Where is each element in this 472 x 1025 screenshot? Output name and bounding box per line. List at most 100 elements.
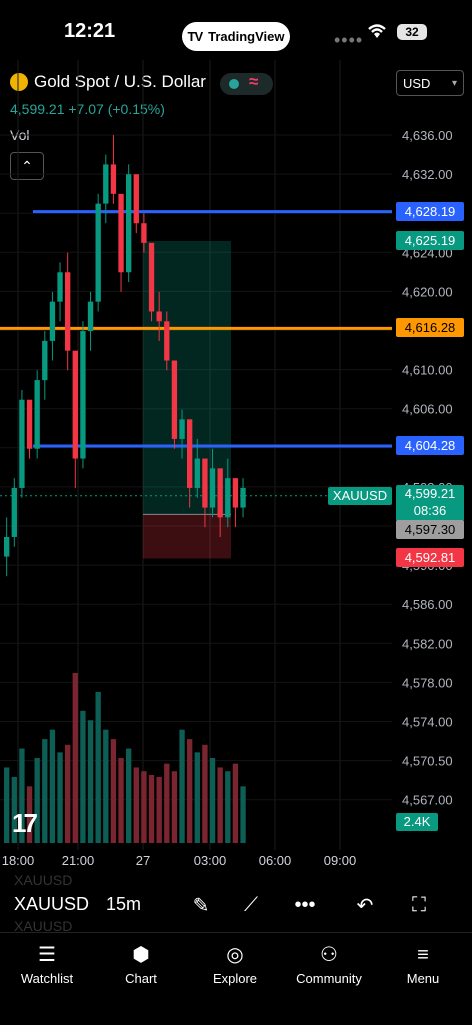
candle-body (11, 487, 17, 537)
volume-bar (72, 673, 78, 843)
compass-icon: ◎ (226, 944, 244, 966)
y-tick-label: 4,567.00 (402, 793, 453, 808)
y-tick-label: 4,586.00 (402, 597, 453, 612)
nav-watchlist-label: Watchlist (20, 971, 74, 986)
candle-body (232, 478, 239, 508)
volume-bar (126, 748, 132, 843)
volume-bar (194, 752, 200, 843)
volume-bar (42, 739, 48, 843)
candle-body (118, 193, 124, 273)
tradingview-watermark-icon: 17 (12, 808, 38, 838)
candle-body (72, 350, 78, 459)
volume-bar (164, 763, 170, 843)
y-tick-label: 4,632.00 (402, 167, 453, 182)
candle-body (80, 331, 86, 459)
menu-icon: ≡ (417, 944, 429, 966)
volume-bar (4, 767, 10, 843)
candle-body (171, 360, 178, 439)
x-tick-label: 03:00 (194, 853, 227, 868)
candle-body (26, 399, 33, 449)
undo-icon[interactable]: ↶ (350, 890, 380, 920)
candle-body (87, 301, 94, 332)
volume-bar (95, 691, 101, 843)
indicators-icon[interactable]: ⟋ (236, 890, 266, 920)
x-tick-label: 09:00 (324, 853, 357, 868)
candle-body (141, 223, 147, 243)
nav-menu[interactable]: ≡ Menu (378, 941, 468, 986)
volume-bar (133, 767, 139, 843)
nav-chart[interactable]: ⬢ Chart (96, 941, 186, 986)
symbol-search-button[interactable]: XAUUSD (14, 894, 89, 915)
volume-bar (141, 771, 147, 843)
candle-body (225, 478, 231, 518)
nav-explore-label: Explore (212, 971, 258, 986)
toolbar-ghost-text: XAUUSD (14, 872, 73, 888)
nav-community-label: Community (296, 971, 362, 986)
drawing-tool-icon[interactable]: ✎ (186, 890, 216, 920)
y-tick-label: 4,606.00 (402, 402, 453, 417)
y-tick-label: 4,620.00 (402, 284, 453, 299)
community-icon: ⚇ (320, 944, 338, 966)
target-price-tag[interactable]: 4,625.19 (396, 231, 464, 250)
battery-indicator: 32 (397, 24, 427, 40)
volume-bar (148, 775, 155, 843)
volume-bar (34, 758, 40, 843)
volume-bar (232, 763, 239, 843)
price-chart[interactable]: 4,636.004,632.004,628.004,624.004,620.00… (0, 60, 472, 880)
volume-bar (49, 729, 56, 843)
candle-body (187, 419, 193, 488)
candle-body (209, 468, 216, 508)
x-tick-label: 18:00 (2, 853, 35, 868)
watchlist-icon: ☰ (38, 944, 56, 966)
candle-body (240, 487, 246, 508)
entry-price-tag[interactable]: 4,597.30 (396, 520, 464, 539)
candle-body (65, 272, 71, 351)
candle-body (4, 536, 10, 557)
stop-price-tag[interactable]: 4,592.81 (396, 548, 464, 567)
nav-menu-label: Menu (406, 971, 440, 986)
candle-body (202, 458, 208, 508)
last-price-value: 4,599.21 (404, 486, 456, 501)
x-tick-label: 21:00 (62, 853, 95, 868)
volume-bar (202, 744, 208, 843)
y-tick-label: 4,570.50 (402, 754, 453, 769)
candle-body (194, 458, 200, 488)
candle-body (34, 380, 40, 449)
x-tick-label: 06:00 (259, 853, 292, 868)
candle-body (148, 242, 155, 312)
volume-bar (179, 729, 185, 843)
nav-watchlist[interactable]: ☰ Watchlist (2, 941, 92, 986)
interval-button[interactable]: 15m (106, 894, 141, 915)
volume-bar (87, 720, 94, 843)
volume-bar (118, 758, 124, 843)
volume-bar (80, 710, 86, 843)
nav-community[interactable]: ⚇ Community (284, 941, 374, 986)
fullscreen-icon[interactable]: ⛶ (404, 890, 434, 920)
lower-blue-level-tag[interactable]: 4,604.28 (396, 436, 464, 455)
signal-icon: •••• (334, 30, 364, 50)
candle-body (126, 174, 132, 273)
volume-bar (110, 739, 117, 843)
volume-bar (65, 744, 71, 843)
orange-level-tag[interactable]: 4,616.28 (396, 318, 464, 337)
tradingview-pill-label: TradingView (208, 29, 285, 44)
chart-icon: ⬢ (132, 944, 150, 966)
volume-bar (209, 758, 216, 843)
y-tick-label: 4,636.00 (402, 128, 453, 143)
candle-body (95, 203, 101, 302)
candle-body (19, 399, 25, 488)
nav-explore[interactable]: ◎ Explore (190, 941, 280, 986)
volume-bar (103, 729, 109, 843)
candle-body (179, 419, 185, 439)
volume-bar (171, 771, 178, 843)
bottom-nav: ☰ Watchlist ⬢ Chart ◎ Explore ⚇ Communit… (0, 932, 472, 1025)
upper-blue-level-tag[interactable]: 4,628.19 (396, 202, 464, 221)
candle-body (49, 301, 56, 341)
volume-bar (156, 776, 162, 843)
volume-bar (225, 771, 231, 843)
tradingview-pill[interactable]: TV TradingView (182, 22, 290, 51)
more-icon[interactable]: ••• (290, 890, 320, 920)
y-tick-label: 4,574.00 (402, 715, 453, 730)
bar-countdown: 08:36 (413, 503, 447, 518)
volume-tag: 2.4K (396, 813, 438, 831)
